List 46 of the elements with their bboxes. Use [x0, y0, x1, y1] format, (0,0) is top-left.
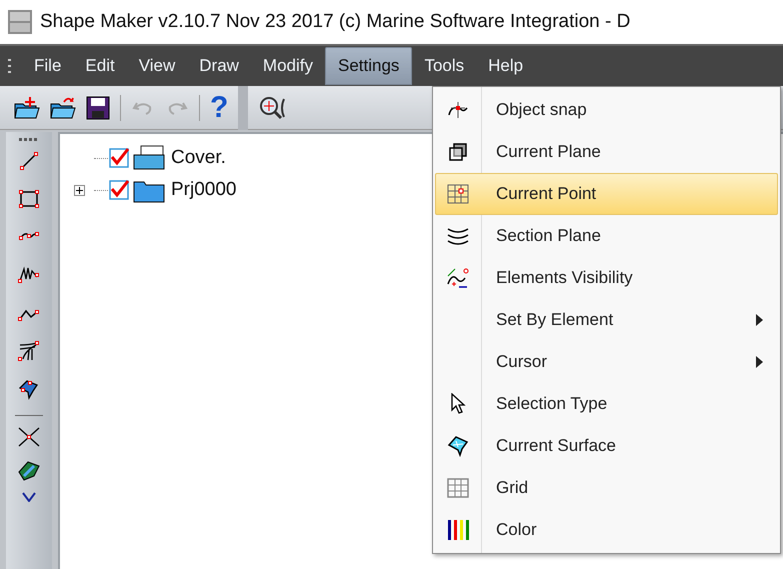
cube-icon — [448, 142, 468, 162]
app-icon — [8, 10, 32, 34]
grid-icon — [447, 478, 469, 498]
menu-item[interactable]: Selection Type — [435, 383, 778, 425]
cursor-arrow-icon — [450, 393, 466, 415]
menu-item[interactable]: Help — [476, 47, 536, 85]
window-title: Shape Maker v2.10.7 Nov 23 2017 (c) Marine Software Integration - D — [40, 10, 630, 34]
menu-item[interactable]: Settings — [325, 47, 412, 85]
menu-item[interactable]: Grid — [435, 467, 778, 509]
menu-item[interactable]: Current Plane — [435, 131, 778, 173]
expand-icon[interactable] — [74, 184, 85, 196]
grip-icon — [19, 138, 39, 141]
open-folder-icon[interactable] — [50, 96, 76, 120]
point-grid-icon — [447, 184, 469, 204]
surface-icon — [447, 435, 469, 457]
menu-item[interactable]: Current Point — [435, 173, 778, 215]
menu-item[interactable]: Set By Element — [435, 299, 778, 341]
tree-label[interactable]: Cover. — [171, 144, 226, 172]
grip-icon — [8, 58, 12, 74]
document-tray-icon — [133, 145, 165, 171]
checkbox[interactable] — [109, 148, 129, 168]
curve-fan-icon[interactable] — [17, 339, 41, 363]
help-button[interactable]: ? — [210, 92, 228, 122]
color-bars-icon — [447, 519, 469, 541]
save-icon[interactable] — [86, 96, 110, 120]
menu-item[interactable]: Object snap — [435, 89, 778, 131]
menu-item[interactable]: Cursor — [435, 341, 778, 383]
menu-item[interactable]: Modify — [250, 47, 325, 85]
new-folder-icon[interactable] — [14, 96, 40, 120]
menu-item[interactable]: Current Surface — [435, 425, 778, 467]
menu-item[interactable]: Draw — [187, 47, 251, 85]
menu-item[interactable]: Color — [435, 509, 778, 551]
line-icon[interactable] — [17, 149, 41, 173]
menu-item[interactable]: Section Plane — [435, 215, 778, 257]
rectangle-icon[interactable] — [17, 187, 41, 211]
curves-icon — [447, 226, 469, 246]
curve-points-icon — [446, 267, 470, 289]
menu-item[interactable]: Edit — [73, 47, 127, 85]
menu-item[interactable]: View — [126, 47, 188, 85]
menu-item[interactable]: Elements Visibility — [435, 257, 778, 299]
menu-item[interactable]: File — [22, 47, 74, 85]
snap-curve-icon — [447, 101, 469, 119]
toolbar-handle[interactable] — [238, 86, 248, 130]
tree-label[interactable]: Prj0000 — [171, 176, 236, 204]
menu-item[interactable]: Tools — [412, 47, 476, 85]
checkbox[interactable] — [109, 180, 129, 200]
